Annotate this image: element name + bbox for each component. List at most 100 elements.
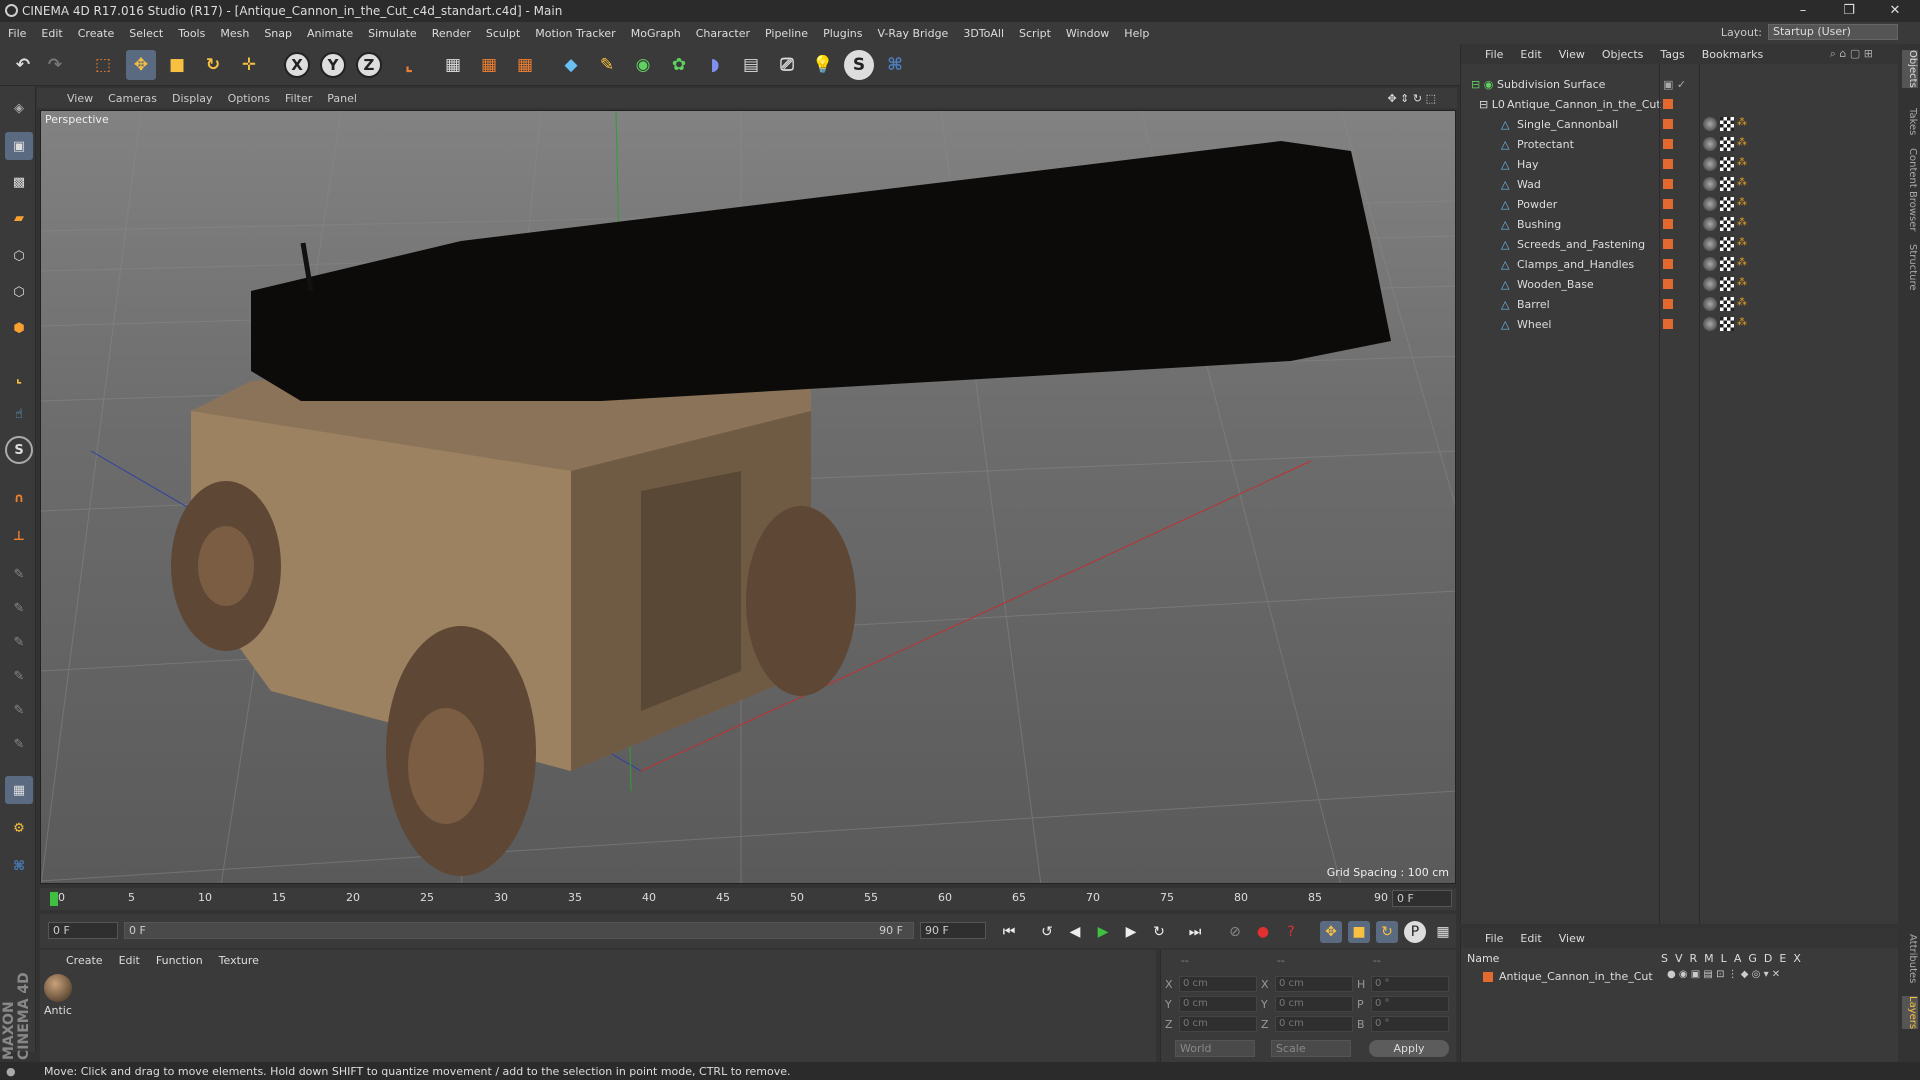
object-tags[interactable]: ⁂ [1703,197,1747,211]
move-tool-icon[interactable]: ✥ [126,50,156,80]
object-tags[interactable]: ⁂ [1703,137,1747,151]
layers-menu-view[interactable]: View [1559,932,1585,945]
deformer-icon[interactable]: ◗ [700,50,730,80]
coordinate-space-dropdown[interactable]: World [1175,1040,1255,1057]
object-tags[interactable]: ⁂ [1703,317,1747,331]
current-frame-field[interactable]: 0 F [1392,890,1452,907]
material-menu-texture[interactable]: Texture [219,954,259,967]
layer-color-swatch[interactable] [1663,319,1673,329]
col-deformers[interactable]: D [1764,952,1772,965]
vray-icon[interactable]: S [844,50,874,80]
layer-color-swatch[interactable] [1663,199,1673,209]
menu-sculpt[interactable]: Sculpt [486,27,520,40]
col-expressions[interactable]: E [1779,952,1786,965]
minimize-button[interactable]: – [1780,0,1826,22]
menu-tools[interactable]: Tools [178,27,205,40]
object-row[interactable]: △ Wheel ⁂ [1461,314,1899,334]
object-tags[interactable]: ⁂ [1703,297,1747,311]
python-icon[interactable]: ⌘ [880,50,910,80]
column-divider[interactable] [1659,64,1660,924]
layer-color-swatch[interactable] [1663,99,1673,109]
menu-select[interactable]: Select [129,27,163,40]
material-menu-function[interactable]: Function [156,954,203,967]
render-settings-icon[interactable]: ▦ [510,50,540,80]
floor-icon[interactable]: ▤ [736,50,766,80]
edit-render-toggle-icon[interactable]: ▣ ✓ [1663,78,1686,91]
viewport-menu-filter[interactable]: Filter [285,92,312,105]
snapping-icon[interactable]: S [5,436,33,464]
layer-color-swatch[interactable] [1663,139,1673,149]
perspective-viewport[interactable]: Perspective Grid Spacing : 100 cm [40,110,1456,884]
make-editable-icon[interactable]: ◈ [5,94,33,122]
material-swatch[interactable] [44,974,72,1002]
undo-icon[interactable]: ↶ [8,50,38,80]
size-y-field[interactable]: 0 cm [1275,996,1353,1012]
scale-tool-icon[interactable]: ■ [162,50,192,80]
layers-menu-edit[interactable]: Edit [1520,932,1541,945]
sculpt-tool-icon[interactable]: ✎ [5,628,33,656]
size-x-field[interactable]: 0 cm [1275,976,1353,992]
y-axis-lock-icon[interactable]: Y [320,52,346,78]
object-row[interactable]: △ Single_Cannonball ⁂ [1461,114,1899,134]
pen-spline-icon[interactable]: ✎ [592,50,622,80]
layer-color-swatch[interactable] [1663,239,1673,249]
col-generators[interactable]: G [1748,952,1757,965]
object-row[interactable]: △ Barrel ⁂ [1461,294,1899,314]
viewport-menu-panel[interactable]: Panel [327,92,357,105]
close-button[interactable]: ✕ [1872,0,1918,22]
cube-primitive-icon[interactable]: ◆ [556,50,586,80]
layout-dropdown[interactable]: Startup (User) [1768,24,1898,40]
menu-3dtoall[interactable]: 3DToAll [963,27,1004,40]
z-axis-lock-icon[interactable]: Z [356,52,382,78]
object-tags[interactable]: ⁂ [1703,117,1747,131]
menu-edit[interactable]: Edit [41,27,62,40]
rotation-p-field[interactable]: 0 ° [1371,996,1449,1012]
layer-color-swatch[interactable] [1483,972,1493,982]
menu-animate[interactable]: Animate [307,27,353,40]
viewport-navigation-icons[interactable]: ✥ ⇕ ↻ ⬚ [1387,92,1436,105]
next-frame-icon[interactable]: ▶ [1120,921,1142,943]
col-manager[interactable]: M [1704,952,1714,965]
workplane-mode-icon[interactable]: ▰ [5,204,33,232]
menu-simulate[interactable]: Simulate [368,27,417,40]
material-menu-create[interactable]: Create [66,954,103,967]
menu-window[interactable]: Window [1066,27,1109,40]
objects-menu-objects[interactable]: Objects [1602,48,1644,61]
menu-vray-bridge[interactable]: V-Ray Bridge [877,27,948,40]
layer-color-swatch[interactable] [1663,119,1673,129]
objects-menu-tags[interactable]: Tags [1660,48,1684,61]
viewport-menu-options[interactable]: Options [228,92,270,105]
tweak-mode-icon[interactable]: ☝ [5,400,33,428]
menu-mesh[interactable]: Mesh [220,27,249,40]
subdivision-surface-icon[interactable]: ◉ [628,50,658,80]
autokey-icon[interactable]: ● [1252,921,1274,943]
position-z-field[interactable]: 0 cm [1179,1016,1257,1032]
col-xref[interactable]: X [1793,952,1801,965]
maximize-button[interactable]: ❐ [1826,0,1872,22]
frame-range-slider[interactable]: 0 F 90 F [124,922,914,939]
tab-content-browser[interactable]: Content Browser [1902,148,1918,231]
menu-motion-tracker[interactable]: Motion Tracker [535,27,615,40]
axis-mode-icon[interactable]: ⌞ [5,364,33,392]
key-position-icon[interactable]: ✥ [1320,921,1342,943]
end-frame-field[interactable]: 90 F [920,922,986,939]
paint-tool-icon[interactable]: ✎ [5,594,33,622]
x-axis-lock-icon[interactable]: X [284,52,310,78]
objects-menu-file[interactable]: File [1485,48,1503,61]
tab-attributes[interactable]: Attributes [1902,934,1918,983]
next-key-icon[interactable]: ↻ [1148,921,1170,943]
start-frame-field[interactable]: 0 F [48,922,118,939]
solo-icon[interactable]: ⚙ [5,814,33,842]
material-menu-edit[interactable]: Edit [119,954,140,967]
edges-mode-icon[interactable]: ⬡ [5,278,33,306]
tab-objects[interactable]: Objects [1902,50,1918,88]
key-pla-icon[interactable]: ▦ [1432,921,1454,943]
object-row[interactable]: △ Clamps_and_Handles ⁂ [1461,254,1899,274]
object-row[interactable]: △ Protectant ⁂ [1461,134,1899,154]
menu-character[interactable]: Character [696,27,750,40]
position-x-field[interactable]: 0 cm [1179,976,1257,992]
go-to-end-icon[interactable]: ⏭ [1184,921,1206,943]
search-icon[interactable]: ⌕ ⌂ ▢ ⊞ [1830,47,1873,61]
layer-color-swatch[interactable] [1663,259,1673,269]
render-view-icon[interactable]: ▦ [438,50,468,80]
